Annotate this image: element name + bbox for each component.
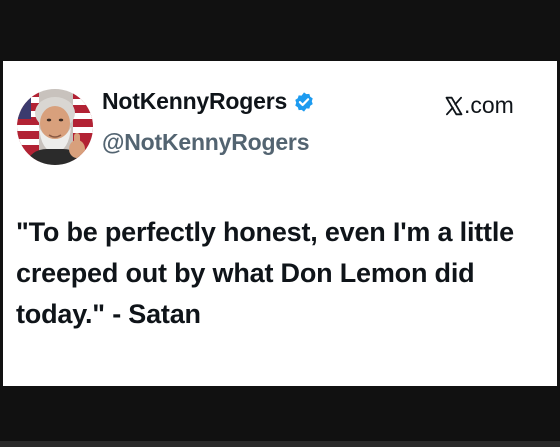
- bottom-edge: [0, 441, 560, 447]
- tweet-text: "To be perfectly honest, even I'm a litt…: [16, 217, 514, 329]
- display-name[interactable]: NotKennyRogers: [102, 88, 287, 115]
- site-label: .com: [444, 92, 514, 119]
- x-logo-icon: [444, 96, 464, 116]
- tweet-card: NotKennyRogers @NotKennyRogers .com "To …: [3, 61, 557, 386]
- verified-badge-icon: [293, 91, 315, 113]
- avatar[interactable]: [17, 89, 93, 165]
- site-domain-suffix: .com: [464, 92, 514, 118]
- screenshot-frame: NotKennyRogers @NotKennyRogers .com "To …: [0, 0, 560, 447]
- avatar-photo: [17, 89, 93, 165]
- author-handle[interactable]: @NotKennyRogers: [102, 129, 309, 156]
- author-name-row: NotKennyRogers: [102, 88, 315, 115]
